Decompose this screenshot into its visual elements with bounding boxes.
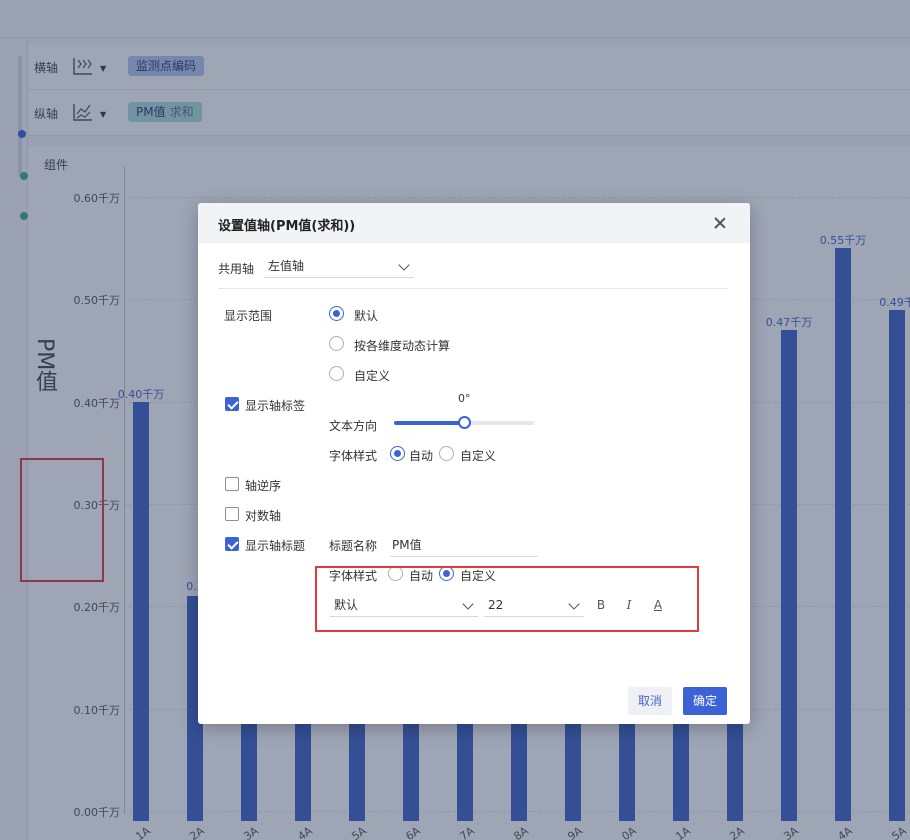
label-font-style-label: 字体样式 [329,449,378,463]
close-icon[interactable] [712,215,728,231]
ok-button[interactable]: 确定 [683,687,728,715]
log-axis-checkbox[interactable] [225,507,239,521]
show-axis-title-checkbox[interactable] [225,537,239,551]
title-name-input[interactable] [390,533,538,557]
label-font-radio-custom[interactable] [439,446,454,461]
chevron-down-icon [398,259,410,271]
title-name-label: 标题名称 [329,539,378,553]
text-direction-label: 文本方向 [329,419,378,433]
range-option-custom: 自定义 [354,369,391,383]
range-radio-custom[interactable] [329,366,344,381]
slider-handle[interactable] [458,416,471,429]
label-font-option-auto: 自动 [409,449,434,463]
text-direction-slider[interactable] [394,416,534,429]
divider [218,288,728,289]
range-option-default: 默认 [354,309,379,323]
show-axis-labels-label: 显示轴标签 [245,399,306,413]
show-axis-labels-checkbox[interactable] [225,397,239,411]
display-range-label: 显示范围 [224,309,273,323]
shared-axis-select[interactable]: 左值轴 [264,254,414,278]
dialog-title: 设置值轴(PM值(求和)) [218,219,356,234]
log-axis-label: 对数轴 [245,509,282,523]
range-option-dynamic: 按各维度动态计算 [354,339,451,353]
cancel-button[interactable]: 取消 [628,687,673,715]
value-axis-settings-dialog: 设置值轴(PM值(求和)) 共用轴 左值轴 显示范围 默认 按各维度动态计算 自… [198,203,750,724]
text-direction-value: 0° [458,392,471,405]
range-radio-default[interactable] [329,306,344,321]
reverse-axis-label: 轴逆序 [245,479,282,493]
shared-axis-label: 共用轴 [218,262,255,276]
label-font-option-custom: 自定义 [460,449,497,463]
show-axis-title-label: 显示轴标题 [245,539,306,553]
highlight-box-title-font [315,566,699,632]
range-radio-dynamic[interactable] [329,336,344,351]
label-font-radio-auto[interactable] [390,446,405,461]
slider-fill [394,421,464,425]
dialog-header: 设置值轴(PM值(求和)) [198,203,750,243]
reverse-axis-checkbox[interactable] [225,477,239,491]
